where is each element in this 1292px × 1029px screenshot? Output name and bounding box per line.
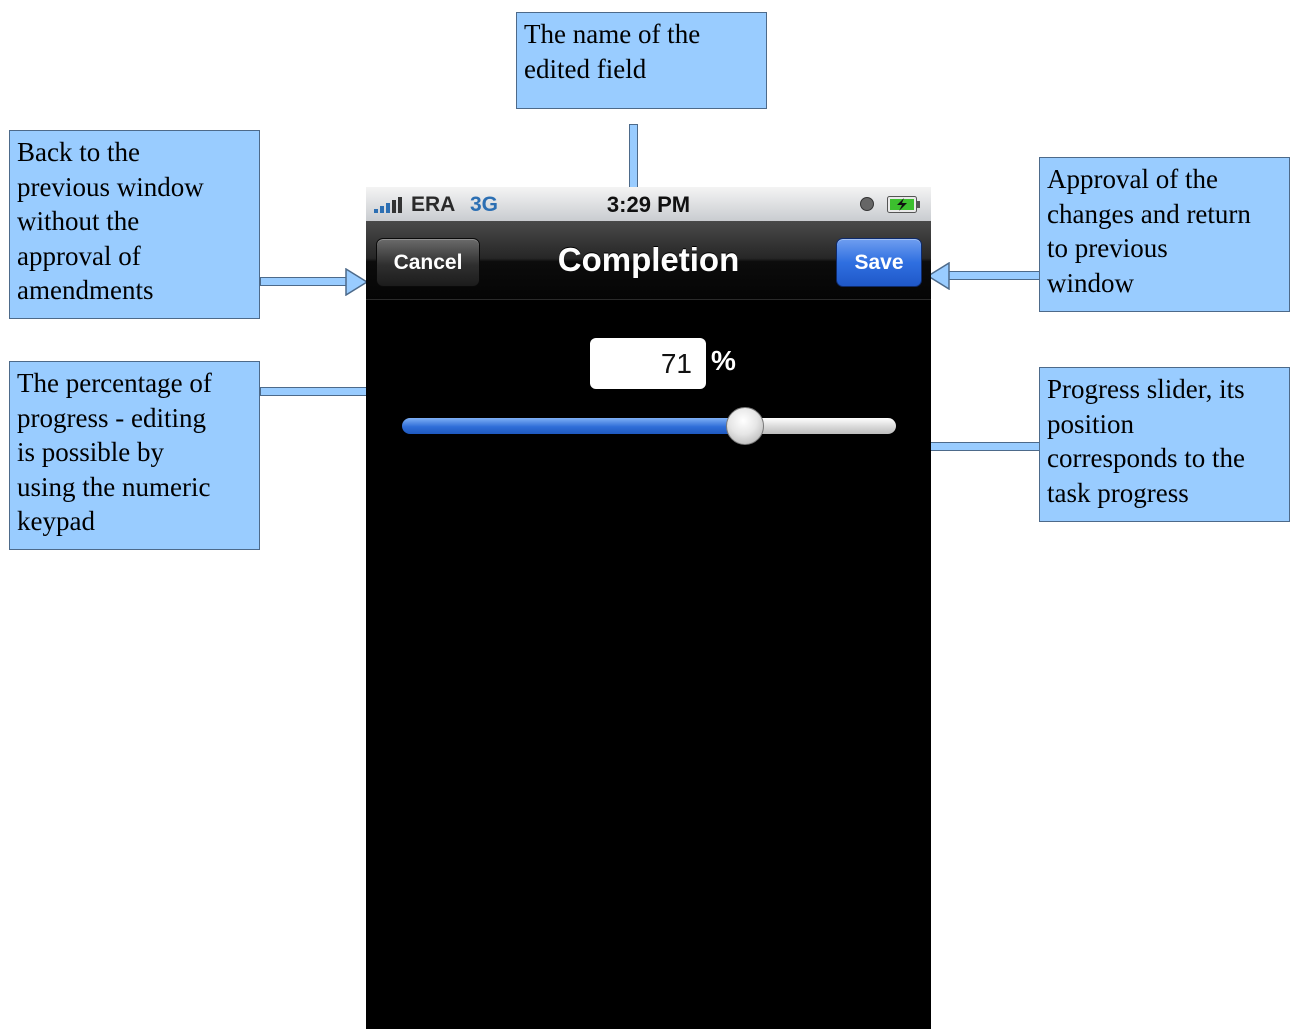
alarm-icon — [860, 197, 874, 211]
percent-unit-label: % — [711, 345, 736, 376]
phone-screen: ERA 3G 3:29 PM Cancel Completion Save 71… — [366, 187, 931, 1029]
percentage-input[interactable]: 71 — [590, 338, 706, 389]
annotation-cancel: Back to the previous window without the … — [9, 130, 260, 319]
status-time: 3:29 PM — [606, 192, 691, 217]
annotation-slider: Progress slider, its position correspond… — [1039, 367, 1290, 522]
connector-cancel — [260, 277, 352, 286]
save-button[interactable]: Save — [836, 238, 922, 287]
navigation-bar: Cancel Completion Save — [366, 221, 931, 300]
status-bar: ERA 3G 3:29 PM — [366, 187, 931, 221]
connector-slider — [930, 442, 1040, 451]
connector-field-name — [629, 124, 638, 188]
annotation-field-name: The name of the edited field — [516, 12, 767, 109]
annotation-percentage: The percentage of progress - editing is … — [9, 361, 260, 550]
slider-thumb[interactable] — [726, 407, 764, 445]
annotation-save: Approval of the changes and return to pr… — [1039, 157, 1290, 312]
slider-track-remaining — [745, 418, 896, 434]
connector-save — [946, 271, 1040, 280]
slider-fill — [402, 418, 745, 434]
progress-slider[interactable] — [402, 407, 896, 445]
connector-percentage — [260, 387, 367, 396]
battery-charging-icon — [887, 196, 920, 213]
